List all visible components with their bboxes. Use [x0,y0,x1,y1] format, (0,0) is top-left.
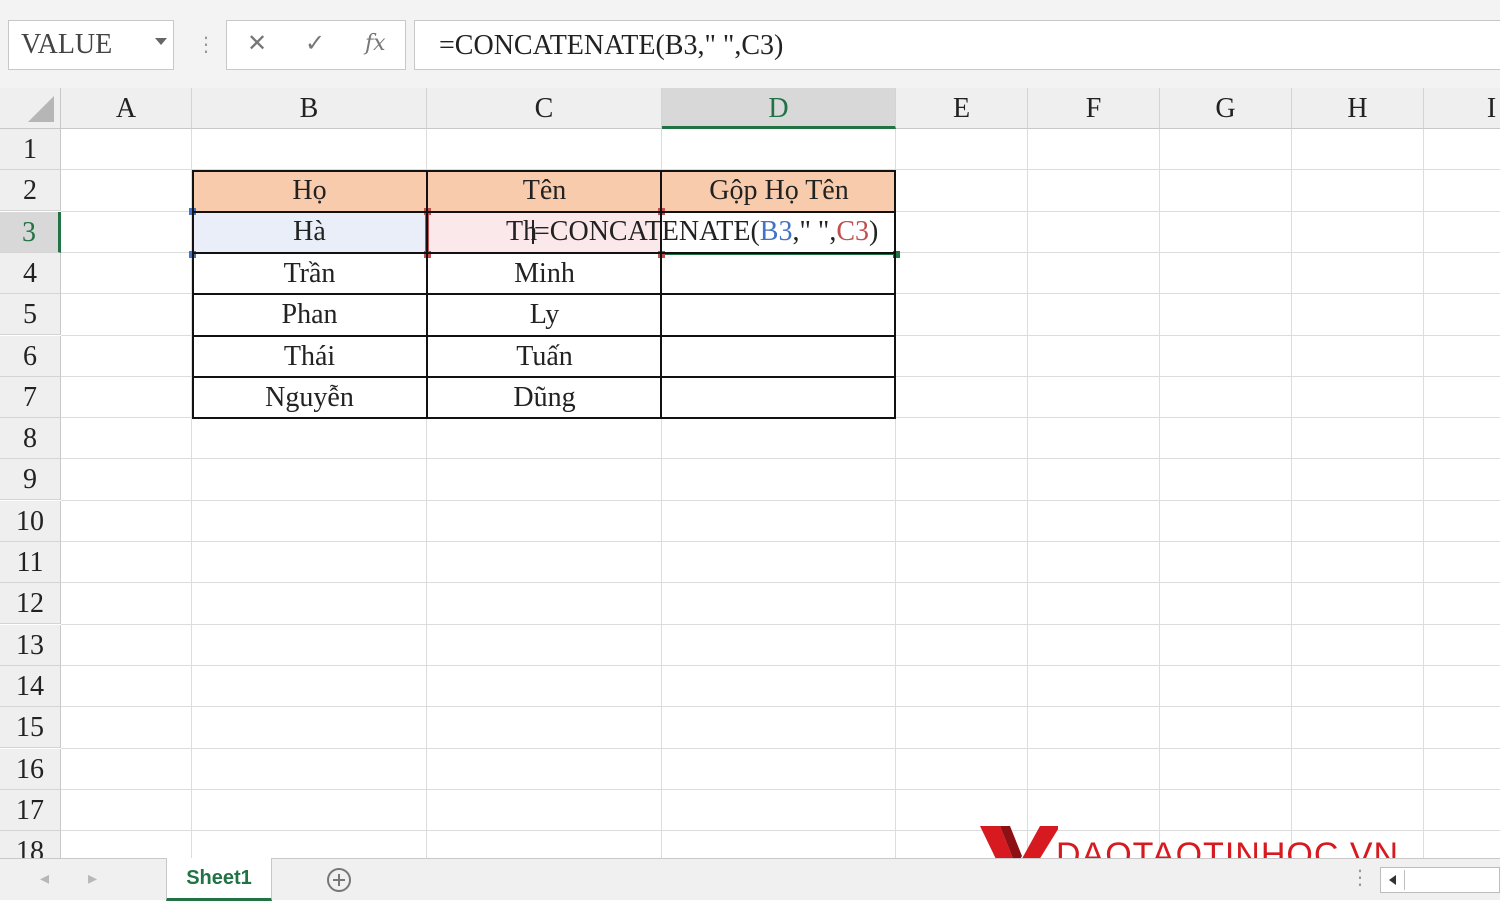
sheet-tab-bar: ◂ ▸ Sheet1 ⋮ [0,858,1500,901]
gridline [1291,129,1292,858]
formula-suffix: ) [869,216,879,247]
table-border-line [192,293,896,296]
row-header-5[interactable]: 5 [0,294,61,336]
formula-middle: ," ", [792,216,837,247]
cell-b3[interactable]: Hà [192,211,427,254]
row-header-18[interactable]: 18 [0,831,61,858]
insert-function-icon[interactable]: fx [365,31,386,56]
cell-d3-edit-formula[interactable]: =CONCATENATE(B3," ",C3) [534,211,878,252]
name-box-value: VALUE [21,29,113,60]
scroll-right-icon[interactable]: ▸ [88,868,97,889]
cell-d5[interactable] [662,294,896,335]
cell-c2[interactable]: Tên [427,170,662,212]
cell-b7[interactable]: Nguyễn [192,377,427,418]
cell-c6[interactable]: Tuấn [427,336,662,377]
cell-c7[interactable]: Dũng [427,377,662,418]
worksheet-grid[interactable]: ABCDEFGHI 1 2 3 4 5 6 7 8 9 10 11 12 13 14 15 16 17 18 Họ… [0,88,1500,858]
table-border-line [192,210,896,213]
gridline [61,706,1500,708]
row-header-17[interactable]: 17 [0,789,61,831]
watermark-logo: DAOTAOTINHOC.VN [978,822,1418,858]
cell-b4[interactable]: Trần [192,253,427,294]
enter-icon[interactable]: ✓ [305,29,325,57]
row-header-9[interactable]: 9 [0,459,61,501]
cell-b6[interactable]: Thái [192,336,427,377]
scroll-left-arrow-icon[interactable] [1384,870,1405,890]
formula-buttons: ✕ ✓ fx [226,20,406,70]
select-all-button[interactable] [0,88,61,129]
row-header-1[interactable]: 1 [0,129,61,170]
formula-ref-b3: B3 [759,216,793,247]
row-header-3[interactable]: 3 [0,211,61,253]
gridline [1027,129,1028,858]
row-header-13[interactable]: 13 [0,624,61,666]
column-header-i[interactable]: I [1424,88,1500,129]
row-header-16[interactable]: 16 [0,748,61,790]
gridline [895,129,896,858]
row-header-7[interactable]: 7 [0,376,61,418]
row-header-15[interactable]: 15 [0,707,61,749]
row-header-10[interactable]: 10 [0,500,61,542]
column-header-a[interactable]: A [61,88,192,129]
tab-splitter-icon[interactable]: ⋮ [1350,867,1370,887]
formula-ref-c3: C3 [836,216,870,247]
column-header-b[interactable]: B [192,88,427,129]
row-header-4[interactable]: 4 [0,252,61,294]
cell-d2[interactable]: Gộp Họ Tên [662,170,896,212]
gridline [61,788,1500,790]
gridline [61,623,1500,625]
gridline [61,582,1500,584]
cell-b2[interactable]: Họ [192,170,427,212]
gridline [61,541,1500,542]
table-border-line [192,334,896,337]
sheet-tab-sheet1[interactable]: Sheet1 [166,858,272,901]
row-header-12[interactable]: 12 [0,583,61,625]
cell-d4[interactable] [662,253,896,294]
gridline [61,499,1500,501]
logo-mark-icon [980,826,1058,858]
gridline [1423,129,1424,858]
formula-input[interactable]: =CONCATENATE(B3," ",C3) [414,20,1500,70]
horizontal-scrollbar[interactable] [1380,867,1500,893]
cell-d7[interactable] [662,377,896,418]
row-header-8[interactable]: 8 [0,418,61,460]
table-border-line [192,251,896,254]
add-sheet-icon[interactable] [327,868,351,892]
column-header-h[interactable]: H [1292,88,1424,129]
row-header-2[interactable]: 2 [0,170,61,212]
formula-prefix: =CONCATENATE( [534,216,760,247]
column-header-e[interactable]: E [896,88,1028,129]
name-box[interactable]: VALUE [8,20,174,70]
select-all-icon [28,96,54,122]
chevron-down-icon[interactable] [155,38,167,45]
formula-bar: VALUE ⋮ ✕ ✓ fx =CONCATENATE(B3," ",C3) [0,0,1500,89]
row-header-11[interactable]: 11 [0,542,61,583]
cancel-icon[interactable]: ✕ [247,29,267,57]
cell-b5[interactable]: Phan [192,294,427,335]
table-border-line [192,375,896,378]
gridline [1159,129,1160,858]
row-header-6[interactable]: 6 [0,335,61,377]
column-header-c[interactable]: C [427,88,662,129]
drag-handle-icon[interactable]: ⋮ [196,34,216,54]
column-header-f[interactable]: F [1028,88,1160,129]
column-header-g[interactable]: G [1160,88,1292,129]
row-header-14[interactable]: 14 [0,665,61,707]
gridline [61,664,1500,666]
cell-c5[interactable]: Ly [427,294,662,335]
formula-text: =CONCATENATE(B3," ",C3) [439,30,784,61]
watermark-text: DAOTAOTINHOC.VN [1056,836,1400,858]
cell-c4[interactable]: Minh [427,253,662,294]
column-header-d[interactable]: D [662,88,896,129]
gridline [61,747,1500,749]
text-cursor [532,220,534,244]
cell-d6[interactable] [662,336,896,377]
scroll-left-icon[interactable]: ◂ [40,868,49,889]
gridline [61,458,1500,460]
